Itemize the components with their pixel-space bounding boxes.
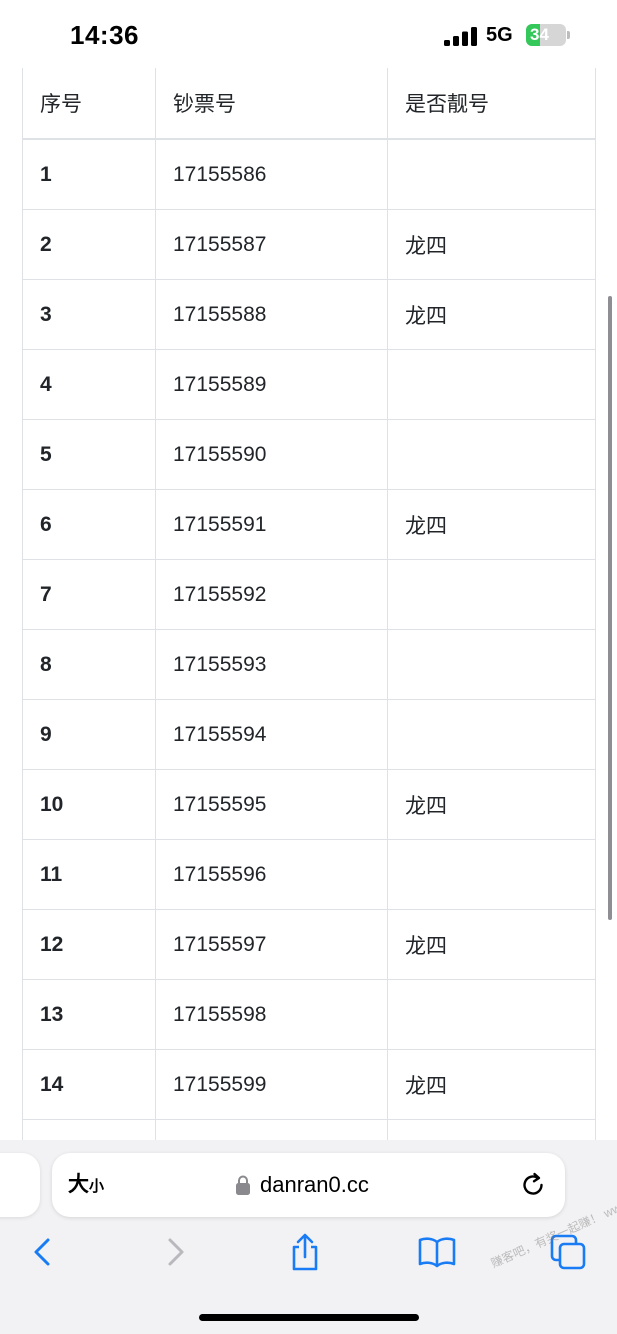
cell-serial-number: 17155590 (155, 419, 388, 490)
table-row: 8 17155593 (22, 629, 596, 700)
table-body: 1 17155586 2 17155587 龙四 3 17155588 龙四 4 17155589… (22, 138, 596, 1190)
cell-index: 10 (22, 769, 156, 840)
forward-icon (168, 1238, 184, 1266)
previous-tab-address-bar[interactable] (0, 1153, 40, 1217)
lock-icon (236, 1175, 250, 1195)
battery-icon: 34 (526, 24, 566, 46)
table-row: 5 17155590 (22, 419, 596, 490)
cell-serial-number: 17155588 (155, 279, 388, 350)
cell-index: 5 (22, 419, 156, 490)
table-row: 1 17155586 (22, 138, 596, 210)
cell-serial-number: 17155599 (155, 1049, 388, 1120)
bookmarks-button[interactable] (415, 1230, 459, 1274)
cell-serial-number: 17155589 (155, 349, 388, 420)
table-row: 14 17155599 龙四 (22, 1049, 596, 1120)
table-row: 13 17155598 (22, 979, 596, 1050)
cell-lucky-number (387, 839, 596, 910)
cell-serial-number: 17155593 (155, 629, 388, 700)
cell-lucky-number (387, 559, 596, 630)
status-time: 14:36 (70, 20, 139, 50)
cell-index: 6 (22, 489, 156, 560)
table-row: 4 17155589 (22, 349, 596, 420)
cell-index: 1 (22, 138, 156, 210)
cell-serial-number: 17155595 (155, 769, 388, 840)
bookmarks-icon (418, 1237, 456, 1268)
battery-percentage: 34 (530, 25, 549, 44)
cell-serial-number: 17155587 (155, 209, 388, 280)
cell-index: 4 (22, 349, 156, 420)
web-content: 序号 钞票号 是否靓号 1 17155586 2 17155587 龙四 3 1715558… (22, 40, 596, 1190)
cell-index: 13 (22, 979, 156, 1050)
text-size-big-label: 大 (68, 1173, 89, 1196)
cell-lucky-number (387, 629, 596, 700)
cell-index: 12 (22, 909, 156, 980)
table-row: 2 17155587 龙四 (22, 209, 596, 280)
cell-index: 9 (22, 699, 156, 770)
cell-serial-number: 17155586 (155, 138, 388, 210)
home-indicator[interactable] (199, 1314, 419, 1321)
cell-serial-number: 17155591 (155, 489, 388, 560)
share-icon (292, 1233, 318, 1271)
text-size-button[interactable]: 大小 (68, 1153, 104, 1217)
table-row: 9 17155594 (22, 699, 596, 770)
browser-toolbar: 大小 danran0.cc (0, 1140, 617, 1334)
reload-icon[interactable] (520, 1172, 546, 1198)
cellular-signal-icon (444, 27, 477, 46)
cell-lucky-number: 龙四 (387, 209, 596, 280)
table-row: 3 17155588 龙四 (22, 279, 596, 350)
cell-serial-number: 17155596 (155, 839, 388, 910)
cell-index: 7 (22, 559, 156, 630)
cell-index: 8 (22, 629, 156, 700)
cell-serial-number: 17155594 (155, 699, 388, 770)
cell-index: 11 (22, 839, 156, 910)
cell-index: 3 (22, 279, 156, 350)
status-bar: 14:36 5G 34 (0, 0, 617, 68)
screen: 序号 钞票号 是否靓号 1 17155586 2 17155587 龙四 3 1715558… (0, 0, 617, 1334)
cell-lucky-number (387, 979, 596, 1050)
cell-serial-number: 17155592 (155, 559, 388, 630)
cell-lucky-number (387, 138, 596, 210)
battery-cap (567, 31, 570, 39)
table-row: 11 17155596 (22, 839, 596, 910)
table-row: 6 17155591 龙四 (22, 489, 596, 560)
cell-lucky-number: 龙四 (387, 1049, 596, 1120)
scroll-indicator[interactable] (608, 296, 612, 920)
back-icon (34, 1238, 50, 1266)
table-row: 10 17155595 龙四 (22, 769, 596, 840)
cell-lucky-number: 龙四 (387, 909, 596, 980)
cell-lucky-number: 龙四 (387, 489, 596, 560)
cell-lucky-number (387, 419, 596, 490)
url-text[interactable]: danran0.cc (260, 1153, 369, 1217)
cell-lucky-number (387, 699, 596, 770)
table-row: 12 17155597 龙四 (22, 909, 596, 980)
cell-lucky-number (387, 349, 596, 420)
text-size-small-label: 小 (89, 1178, 105, 1195)
cell-index: 14 (22, 1049, 156, 1120)
cell-serial-number: 17155598 (155, 979, 388, 1050)
cell-index: 2 (22, 209, 156, 280)
back-button[interactable] (20, 1230, 64, 1274)
serial-number-table: 序号 钞票号 是否靓号 1 17155586 2 17155587 龙四 3 1715558… (22, 40, 596, 1190)
table-row: 7 17155592 (22, 559, 596, 630)
cell-lucky-number: 龙四 (387, 279, 596, 350)
cell-serial-number: 17155597 (155, 909, 388, 980)
network-type: 5G (486, 24, 513, 46)
forward-button[interactable] (154, 1230, 198, 1274)
cell-lucky-number: 龙四 (387, 769, 596, 840)
address-bar[interactable]: 大小 danran0.cc (52, 1153, 565, 1217)
share-button[interactable] (283, 1230, 327, 1274)
